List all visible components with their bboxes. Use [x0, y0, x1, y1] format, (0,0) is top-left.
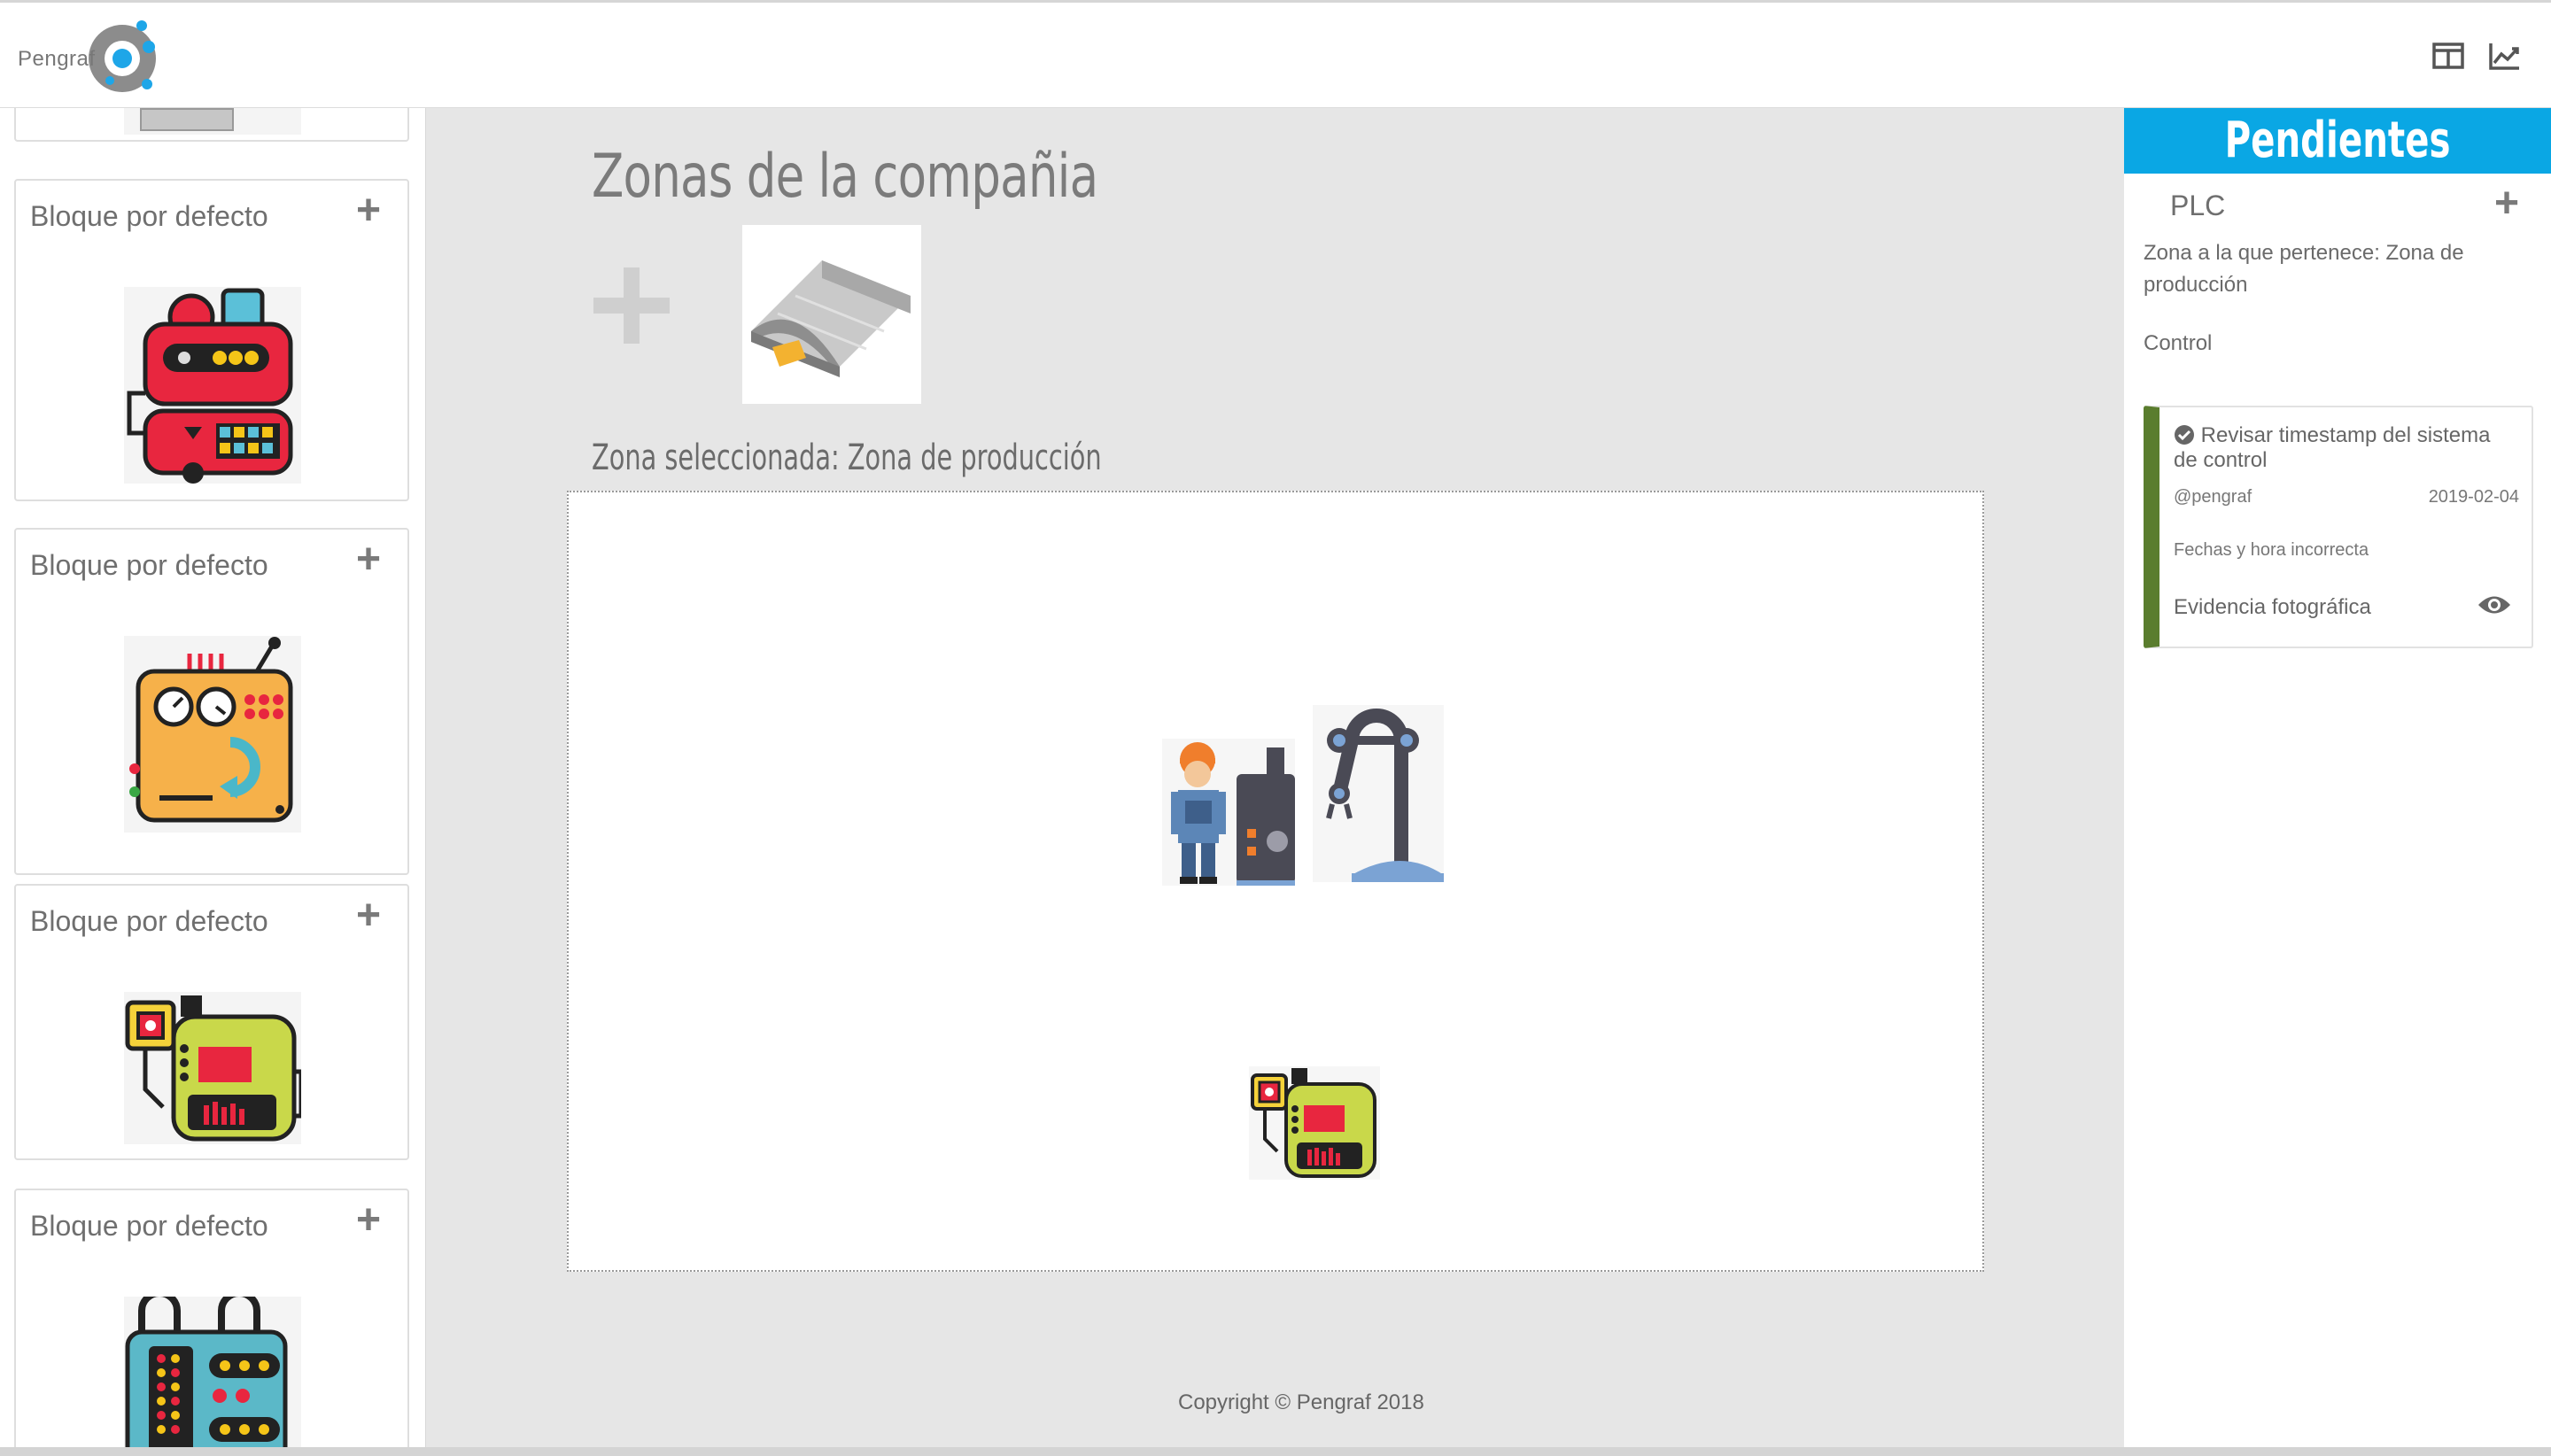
- pending-panel: Pendientes PLC + Zona a la que pertenece…: [2124, 108, 2551, 1447]
- task-card[interactable]: Revisar timestamp del sistema de control…: [2144, 406, 2533, 648]
- task-date: 2019-02-04: [2428, 487, 2519, 507]
- task-title-text: Revisar timestamp del sistema de control: [2174, 423, 2491, 472]
- yellow-robot-icon: [124, 992, 304, 1144]
- pending-header: Pendientes: [2124, 108, 2551, 174]
- block-card[interactable]: Bloque por defecto +: [14, 1189, 409, 1447]
- add-zone-button[interactable]: [592, 266, 671, 345]
- task-description: Fechas y hora incorrecta: [2174, 540, 2369, 560]
- evidence-label: Evidencia fotográfica: [2174, 595, 2371, 619]
- add-block-button[interactable]: +: [356, 190, 381, 232]
- robot-arm-icon[interactable]: [1313, 705, 1444, 882]
- top-bar: Pengraf: [0, 0, 2551, 108]
- eye-icon[interactable]: [2477, 592, 2512, 618]
- plus-icon: [593, 267, 670, 344]
- pending-title: Pendientes: [2224, 112, 2451, 169]
- zone-thumbnail[interactable]: [742, 225, 921, 404]
- block-title: Bloque por defecto: [30, 905, 268, 937]
- block-sidebar[interactable]: Bloque por defecto + Bloque por defecto …: [0, 108, 426, 1447]
- add-block-button[interactable]: +: [356, 895, 381, 937]
- line-chart-icon[interactable]: [2487, 38, 2523, 74]
- device-category: Control: [2144, 331, 2213, 355]
- block-card[interactable]: Bloque por defecto +: [14, 884, 409, 1160]
- bottom-scrollbar[interactable]: [0, 1447, 2551, 1456]
- page-title: Zonas de la compañia: [592, 142, 1098, 212]
- selected-zone-label: Zona seleccionada: Zona de producción: [592, 438, 1102, 478]
- block-card-partial: [14, 108, 409, 142]
- block-image-fragment: [140, 108, 234, 131]
- layout-columns-icon[interactable]: [2431, 38, 2466, 74]
- block-card[interactable]: Bloque por defecto +: [14, 528, 409, 875]
- pengraf-logo[interactable]: Pengraf: [16, 19, 167, 98]
- logo-text: Pengraf: [18, 47, 96, 71]
- yellow-robot-icon[interactable]: [1249, 1066, 1380, 1180]
- add-block-button[interactable]: +: [356, 538, 381, 581]
- add-task-button[interactable]: +: [2494, 179, 2519, 228]
- task-title: Revisar timestamp del sistema de control: [2174, 423, 2519, 473]
- teal-robot-icon: [124, 1289, 301, 1447]
- zone-canvas[interactable]: [567, 491, 1984, 1272]
- block-title: Bloque por defecto: [30, 1210, 268, 1242]
- task-user: @pengraf: [2174, 487, 2252, 507]
- red-robot-icon: [124, 287, 301, 484]
- check-circle-icon: [2175, 425, 2194, 445]
- block-card[interactable]: Bloque por defecto +: [14, 179, 409, 501]
- device-zone-text: Zona a la que pertenece: Zona de producc…: [2144, 241, 2464, 297]
- warehouse-icon: [751, 260, 911, 377]
- copyright-footer: Copyright © Pengraf 2018: [1178, 1390, 1424, 1414]
- device-name: PLC: [2170, 190, 2226, 221]
- block-title: Bloque por defecto: [30, 200, 268, 232]
- orange-machine-icon: [124, 636, 301, 833]
- add-block-button[interactable]: +: [356, 1199, 381, 1242]
- block-title: Bloque por defecto: [30, 549, 268, 581]
- worker-machine-icon[interactable]: [1162, 739, 1295, 886]
- block-image: [124, 108, 301, 135]
